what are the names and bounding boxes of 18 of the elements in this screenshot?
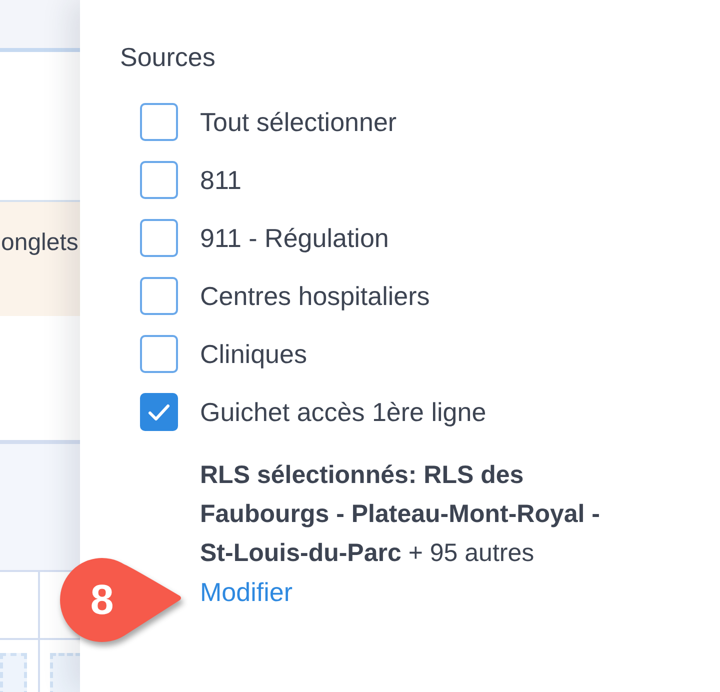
section-title: Sources (120, 42, 216, 72)
dashed-slot (0, 653, 27, 692)
checkbox[interactable] (140, 335, 178, 373)
checkbox-label[interactable]: Centres hospitaliers (200, 281, 430, 311)
checkbox-label[interactable]: 811 (200, 165, 242, 195)
checkmark-icon (148, 404, 170, 420)
checkbox-label[interactable]: Guichet accès 1ère ligne (200, 397, 486, 427)
edit-link[interactable]: Modifier (200, 573, 292, 612)
checkbox[interactable] (140, 161, 178, 199)
checkbox[interactable] (140, 219, 178, 257)
selection-summary: RLS sélectionnés: RLS des Faubourgs - Plateau-Mont-Royal - St-Louis-du-Parc + 95 autres (200, 460, 601, 569)
checkbox-label[interactable]: Cliniques (200, 339, 307, 369)
checkbox[interactable] (140, 277, 178, 315)
checkbox[interactable] (140, 393, 178, 431)
checkbox-label[interactable]: 911 - Régulation (200, 223, 389, 253)
checkbox[interactable] (140, 103, 178, 141)
notice-text: onglets (0, 229, 78, 257)
checkbox-label[interactable]: Tout sélectionner (200, 107, 397, 137)
